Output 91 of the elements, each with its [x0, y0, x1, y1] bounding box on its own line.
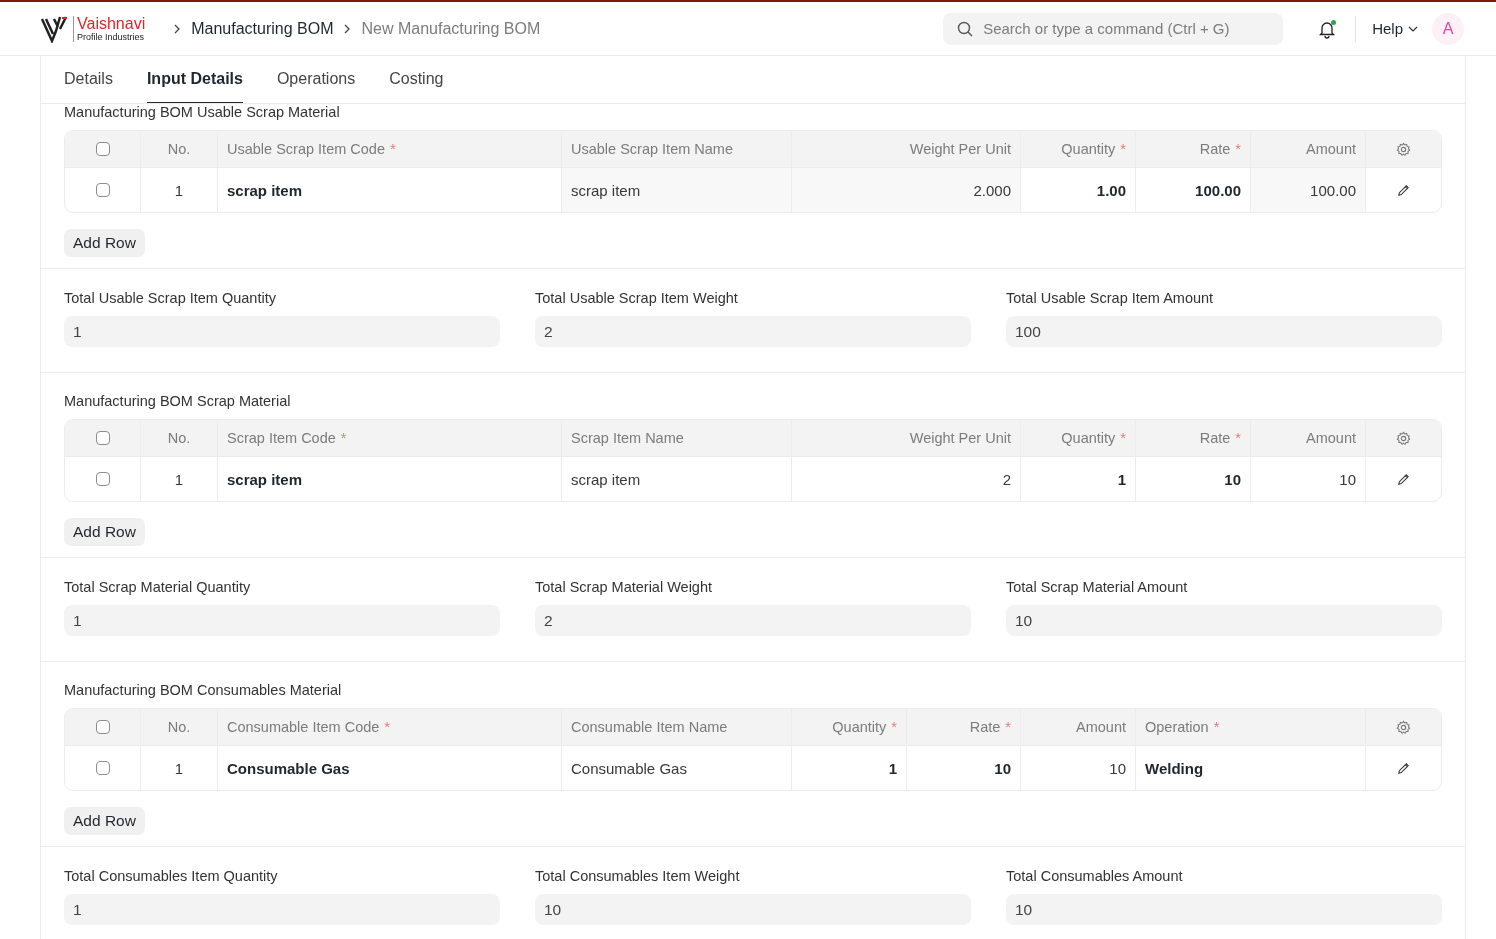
table-cell: Consumable Gas [562, 746, 792, 790]
tab[interactable]: Details [64, 56, 113, 103]
field-label: Total Usable Scrap Item Quantity [64, 290, 277, 307]
table-cell: Welding [1136, 746, 1366, 790]
readonly-field: 1 [64, 316, 500, 347]
pencil-icon[interactable] [1396, 182, 1411, 198]
table-cell: 10 [1251, 457, 1366, 501]
row-checkbox[interactable] [95, 183, 110, 197]
readonly-field: 100 [1006, 316, 1442, 347]
tab[interactable]: Costing [389, 56, 444, 103]
field-label: Total Consumables Item Quantity [64, 868, 279, 885]
chevron-icon [343, 23, 352, 34]
readonly-field: 2 [535, 605, 971, 636]
help-menu[interactable]: Help [1372, 20, 1418, 37]
column-header: No. [141, 131, 218, 167]
section-title: Manufacturing BOM Scrap Material [64, 393, 292, 410]
column-header: Usable Scrap Item Code * [218, 131, 562, 167]
column-header: Usable Scrap Item Name [562, 131, 792, 167]
select-all-checkbox[interactable] [95, 720, 110, 734]
table-cell: 2 [792, 457, 1021, 501]
table-cell: 1.00 [1021, 168, 1136, 212]
logo-tagline: Profile Industries [77, 32, 146, 42]
column-header: Weight Per Unit [792, 131, 1021, 167]
bell-icon[interactable] [1317, 18, 1338, 39]
table-cell: 1 [1021, 457, 1136, 501]
select-all-checkbox[interactable] [95, 142, 110, 156]
readonly-field: 2 [535, 316, 971, 347]
table-cell: 10 [1136, 457, 1251, 501]
readonly-field: 10 [1006, 894, 1442, 925]
column-header: Quantity * [792, 709, 907, 745]
field-label: Total Consumables Item Weight [535, 868, 741, 885]
table-cell: scrap item [562, 457, 792, 501]
row-checkbox[interactable] [95, 472, 110, 486]
readonly-field: 10 [535, 894, 971, 925]
search-field[interactable]: Search or type a command (Ctrl + G) [943, 12, 1284, 45]
tab[interactable]: Input Details [146, 56, 243, 103]
column-header: Weight Per Unit [792, 420, 1021, 456]
column-header: Quantity * [1021, 131, 1136, 167]
table-cell: scrap item [562, 168, 792, 212]
section-title: Manufacturing BOM Consumables Material [64, 682, 343, 699]
table-cell: 1 [792, 746, 907, 790]
field-label: Total Scrap Material Amount [1006, 579, 1189, 596]
table-cell: 10 [907, 746, 1021, 790]
column-header: Rate * [907, 709, 1021, 745]
table-cell: 100.00 [1251, 168, 1366, 212]
column-header: Operation * [1136, 709, 1366, 745]
table-cell: scrap item [218, 457, 562, 501]
breadcrumb-link[interactable]: New Manufacturing BOM [361, 19, 541, 38]
field-label: Total Usable Scrap Item Weight [535, 290, 739, 307]
breadcrumb-link[interactable]: Manufacturing BOM [191, 19, 334, 38]
readonly-field: 10 [1006, 605, 1442, 636]
column-header: Scrap Item Name [562, 420, 792, 456]
logo-icon [40, 14, 70, 43]
table-cell: 1 [141, 457, 218, 501]
column-header: Rate * [1136, 420, 1251, 456]
table-cell: 10 [1021, 746, 1136, 790]
logo-name: Vaishnavi [77, 15, 146, 32]
field-label: Total Scrap Material Quantity [64, 579, 252, 596]
table-cell: 1 [141, 746, 218, 790]
column-header: Consumable Item Name [562, 709, 792, 745]
pencil-icon[interactable] [1396, 760, 1411, 776]
pencil-icon[interactable] [1396, 471, 1411, 487]
settings-icon[interactable] [1396, 719, 1411, 735]
column-header: Consumable Item Code * [218, 709, 562, 745]
column-header: Scrap Item Code * [218, 420, 562, 456]
table-cell: 1 [141, 168, 218, 212]
select-all-checkbox[interactable] [95, 431, 110, 445]
table-cell: Consumable Gas [218, 746, 562, 790]
row-checkbox[interactable] [95, 761, 110, 775]
chevron-icon [173, 23, 182, 34]
caret-icon [1408, 25, 1418, 32]
column-header: Amount [1251, 420, 1366, 456]
tab[interactable]: Operations [276, 56, 356, 103]
settings-icon[interactable] [1396, 141, 1411, 157]
column-header: No. [141, 709, 218, 745]
column-header: Quantity * [1021, 420, 1136, 456]
settings-icon[interactable] [1396, 430, 1411, 446]
add-row-button[interactable]: Add Row [64, 229, 145, 257]
table-cell: 2.000 [792, 168, 1021, 212]
field-label: Total Usable Scrap Item Amount [1006, 290, 1215, 307]
field-label: Total Consumables Amount [1006, 868, 1184, 885]
add-row-button[interactable]: Add Row [64, 807, 145, 835]
field-label: Total Scrap Material Weight [535, 579, 714, 596]
column-header: Amount [1021, 709, 1136, 745]
column-header: No. [141, 420, 218, 456]
column-header: Rate * [1136, 131, 1251, 167]
column-header: Amount [1251, 131, 1366, 167]
readonly-field: 1 [64, 894, 500, 925]
add-row-button[interactable]: Add Row [64, 518, 145, 546]
section-title: Manufacturing BOM Usable Scrap Material [64, 104, 341, 121]
readonly-field: 1 [64, 605, 500, 636]
